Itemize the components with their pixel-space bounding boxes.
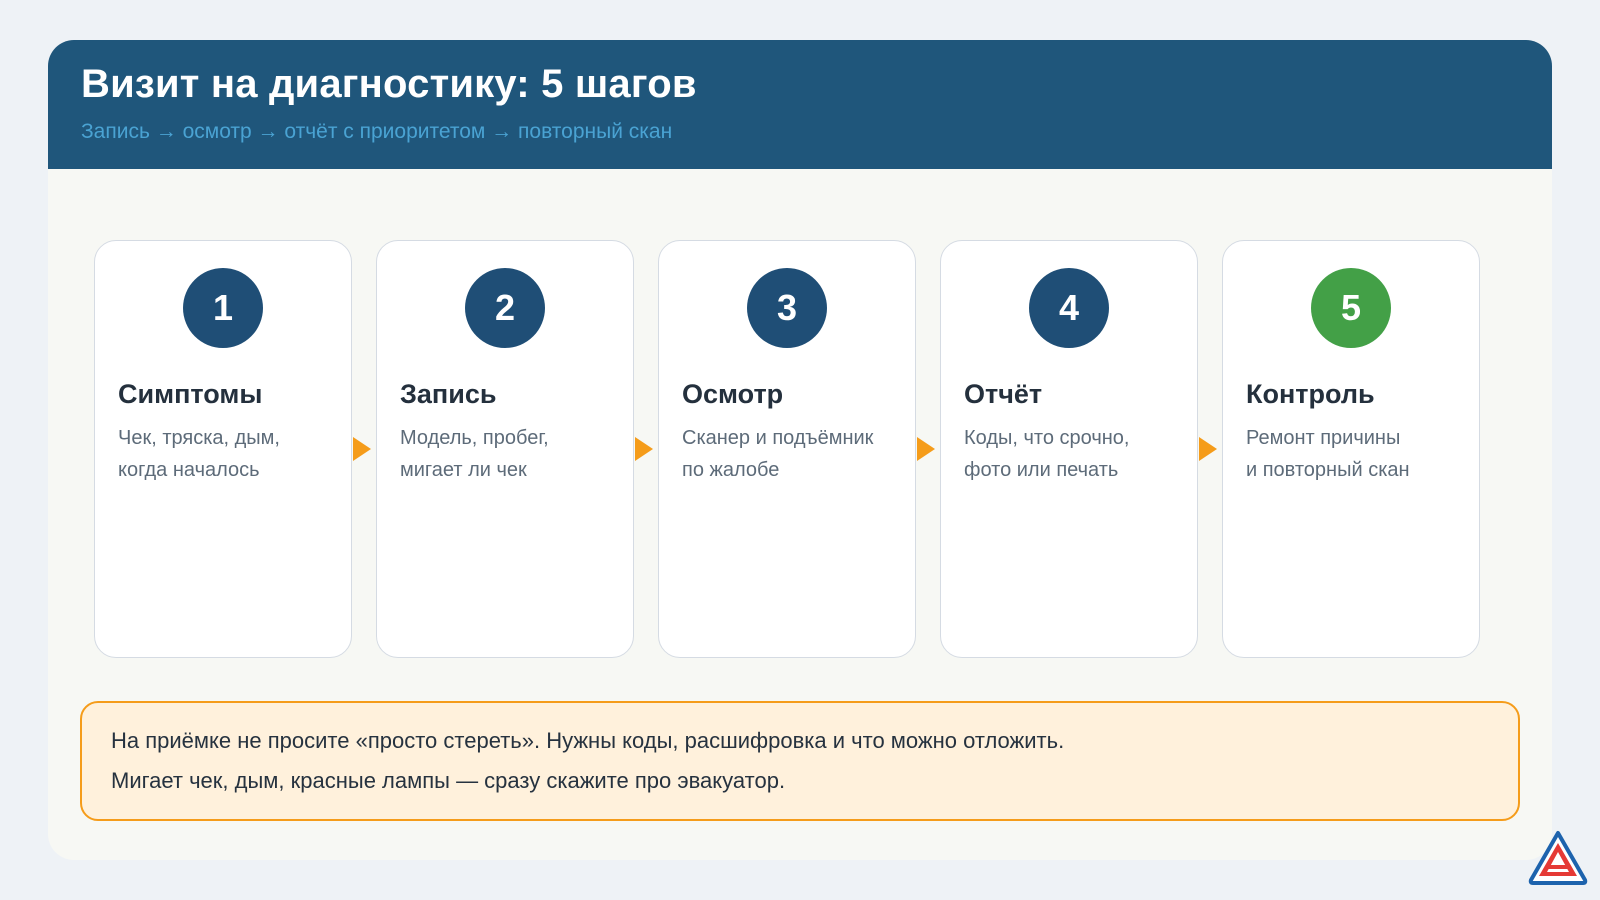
step-title: Осмотр bbox=[682, 379, 784, 409]
brand-logo-icon bbox=[1528, 831, 1588, 885]
step-number-badge: 3 bbox=[747, 268, 827, 348]
step-description-line-1: Ремонт причины bbox=[1246, 427, 1401, 449]
step-number-badge: 1 bbox=[183, 268, 263, 348]
step-number-badge: 5 bbox=[1311, 268, 1391, 348]
note-line-2: Мигает чек, дым, красные лампы — сразу с… bbox=[111, 768, 786, 793]
arrow-right-icon bbox=[635, 437, 653, 461]
step-description-line-1: Чек, тряска, дым, bbox=[118, 427, 280, 449]
steps-flow: 1 Симптомы Чек, тряска, дым, когда начал… bbox=[94, 240, 1506, 660]
page-title: Визит на диагностику: 5 шагов bbox=[81, 62, 697, 106]
warning-note: На приёмке не просите «просто стереть». … bbox=[80, 701, 1520, 821]
step-title: Отчёт bbox=[964, 379, 1043, 409]
step-description-line-2: и повторный скан bbox=[1246, 459, 1410, 481]
step-number-badge: 2 bbox=[465, 268, 545, 348]
step-card-5: 5 Контроль Ремонт причины и повторный ск… bbox=[1222, 240, 1480, 658]
arrow-right-icon bbox=[917, 437, 935, 461]
step-title: Симптомы bbox=[118, 379, 263, 409]
step-description-line-2: фото или печать bbox=[964, 459, 1119, 481]
arrow-right-icon bbox=[1199, 437, 1217, 461]
step-description-line-1: Сканер и подъёмник bbox=[682, 427, 874, 449]
step-card-4: 4 Отчёт Коды, что срочно, фото или печат… bbox=[940, 240, 1198, 658]
page-subtitle: Запись → осмотр → отчёт с приоритетом → … bbox=[81, 120, 673, 143]
step-description-line-2: мигает ли чек bbox=[400, 459, 527, 481]
step-description-line-1: Модель, пробег, bbox=[400, 427, 549, 449]
note-line-1: На приёмке не просите «просто стереть». … bbox=[111, 728, 1065, 753]
step-description-line-2: когда началось bbox=[118, 459, 260, 481]
diagram-card: Визит на диагностику: 5 шагов Запись → о… bbox=[48, 40, 1552, 860]
step-description-line-2: по жалобе bbox=[682, 459, 780, 481]
step-card-1: 1 Симптомы Чек, тряска, дым, когда начал… bbox=[94, 240, 352, 658]
step-card-3: 3 Осмотр Сканер и подъёмник по жалобе bbox=[658, 240, 916, 658]
arrow-right-icon bbox=[353, 437, 371, 461]
step-number-badge: 4 bbox=[1029, 268, 1109, 348]
step-card-2: 2 Запись Модель, пробег, мигает ли чек bbox=[376, 240, 634, 658]
step-title: Контроль bbox=[1246, 379, 1375, 409]
header: Визит на диагностику: 5 шагов Запись → о… bbox=[48, 40, 1552, 169]
step-description-line-1: Коды, что срочно, bbox=[964, 427, 1130, 449]
step-title: Запись bbox=[400, 379, 497, 409]
